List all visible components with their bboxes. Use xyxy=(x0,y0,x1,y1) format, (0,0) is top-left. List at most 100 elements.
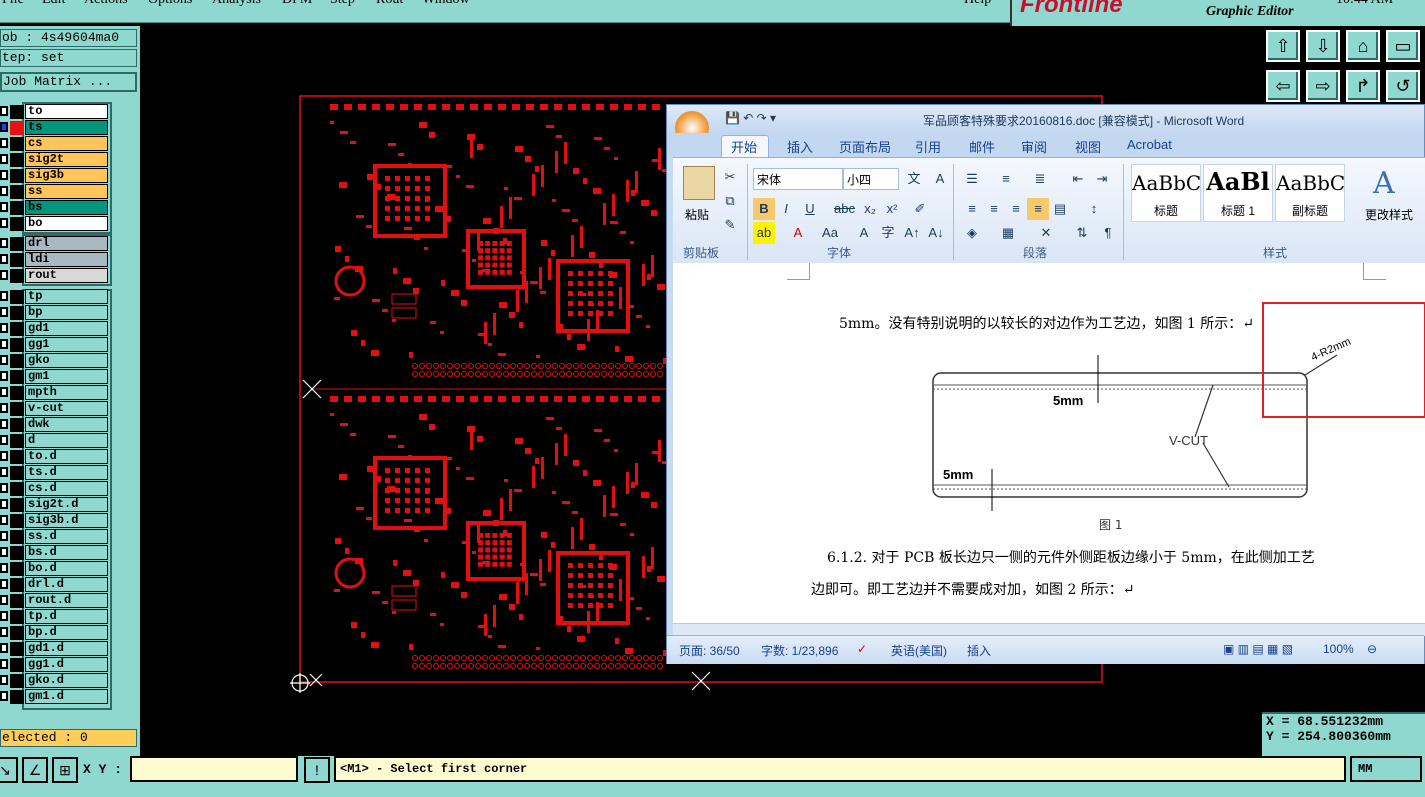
layer-checkbox[interactable] xyxy=(0,106,8,116)
snap-button[interactable]: ↱ xyxy=(1346,70,1380,102)
layer-row[interactable]: rout xyxy=(0,268,140,284)
xy-input[interactable] xyxy=(130,756,298,782)
phonetic-icon[interactable]: 文 xyxy=(903,168,925,190)
layer-name[interactable]: rout.d xyxy=(25,593,108,608)
layer-name[interactable]: drl.d xyxy=(25,577,108,592)
style-subtitle[interactable]: AaBbC 副标题 xyxy=(1275,164,1345,222)
align-center-icon[interactable]: ≡ xyxy=(983,198,1005,220)
layer-color-swatch[interactable] xyxy=(10,546,24,560)
layer-name[interactable]: bs xyxy=(25,200,108,215)
job-matrix-button[interactable]: Job Matrix ... xyxy=(0,72,137,92)
layer-row[interactable]: tp xyxy=(0,289,140,305)
layer-row[interactable]: sig3b xyxy=(0,168,140,184)
layer-color-swatch[interactable] xyxy=(10,306,24,320)
layer-checkbox[interactable] xyxy=(0,451,8,461)
change-case-icon[interactable]: Aa xyxy=(819,222,841,244)
layer-color-swatch[interactable] xyxy=(10,466,24,480)
layer-name[interactable]: sig2t.d xyxy=(25,497,108,512)
layer-color-swatch[interactable] xyxy=(10,153,24,167)
font-color-icon[interactable]: A xyxy=(787,222,809,244)
layer-color-swatch[interactable] xyxy=(10,594,24,608)
layer-color-swatch[interactable] xyxy=(10,269,24,283)
layer-checkbox[interactable] xyxy=(0,643,8,653)
layer-row[interactable]: sig2t.d xyxy=(0,497,140,513)
bold-icon[interactable]: B xyxy=(753,198,775,220)
layer-name[interactable]: sig3b xyxy=(25,168,108,183)
layer-checkbox[interactable] xyxy=(0,435,8,445)
layer-checkbox[interactable] xyxy=(0,467,8,477)
menu-actions[interactable]: Actions xyxy=(84,0,128,8)
layer-checkbox[interactable] xyxy=(0,154,8,164)
tab-insert[interactable]: 插入 xyxy=(787,137,813,156)
layer-color-swatch[interactable] xyxy=(10,354,24,368)
layer-checkbox[interactable] xyxy=(0,595,8,605)
layer-row[interactable]: gg1 xyxy=(0,337,140,353)
enclose-char-icon[interactable]: 字 xyxy=(877,222,899,244)
layer-checkbox[interactable] xyxy=(0,355,8,365)
layer-checkbox[interactable] xyxy=(0,339,8,349)
layer-name[interactable]: bo.d xyxy=(25,561,108,576)
layer-name[interactable]: gm1.d xyxy=(25,689,108,704)
layer-color-swatch[interactable] xyxy=(10,562,24,576)
layer-row[interactable]: gm1 xyxy=(0,369,140,385)
distribute-icon[interactable]: ▤ xyxy=(1049,198,1071,220)
layer-color-swatch[interactable] xyxy=(10,169,24,183)
decrease-indent-icon[interactable]: ⇤ xyxy=(1067,168,1089,190)
layer-name[interactable]: ts.d xyxy=(25,465,108,480)
layer-color-swatch[interactable] xyxy=(10,418,24,432)
tab-page-layout[interactable]: 页面布局 xyxy=(839,137,891,156)
char-shading-icon[interactable]: A xyxy=(853,222,875,244)
layer-checkbox[interactable] xyxy=(0,371,8,381)
layer-name[interactable]: sig2t xyxy=(25,152,108,167)
font-size-select[interactable]: 小四 xyxy=(843,168,899,190)
layer-checkbox[interactable] xyxy=(0,270,8,280)
layer-row[interactable]: bp.d xyxy=(0,625,140,641)
units-select[interactable]: MM xyxy=(1350,756,1422,782)
status-page[interactable]: 页面: 36/50 xyxy=(679,642,740,659)
shrink-font-icon[interactable]: A↓ xyxy=(925,222,947,244)
layer-checkbox[interactable] xyxy=(0,387,8,397)
layer-checkbox[interactable] xyxy=(0,238,8,248)
layer-row[interactable]: gd1.d xyxy=(0,641,140,657)
menu-file[interactable]: File xyxy=(2,0,24,8)
layer-checkbox[interactable] xyxy=(0,138,8,148)
layer-row[interactable]: drl xyxy=(0,236,140,252)
borders-icon[interactable]: ▦ xyxy=(997,222,1019,244)
layer-checkbox[interactable] xyxy=(0,202,8,212)
layer-checkbox[interactable] xyxy=(0,515,8,525)
layer-color-swatch[interactable] xyxy=(10,386,24,400)
layer-color-swatch[interactable] xyxy=(10,402,24,416)
measure-tool-button[interactable]: ↘ xyxy=(0,757,18,783)
layer-name[interactable]: v-cut xyxy=(25,401,108,416)
layer-row[interactable]: ss.d xyxy=(0,529,140,545)
layer-row[interactable]: cs xyxy=(0,136,140,152)
layer-checkbox[interactable] xyxy=(0,547,8,557)
clear-format-icon[interactable]: ✐ xyxy=(909,198,931,220)
status-words[interactable]: 字数: 1/23,896 xyxy=(761,642,838,659)
chinese-layout-icon[interactable]: ✕ xyxy=(1035,222,1057,244)
sort-icon[interactable]: ⇅ xyxy=(1071,222,1093,244)
menu-analysis[interactable]: Analysis xyxy=(212,0,261,8)
layer-row[interactable]: gm1.d xyxy=(0,689,140,705)
bullets-icon[interactable]: ☰ xyxy=(961,168,983,190)
increase-indent-icon[interactable]: ⇥ xyxy=(1091,168,1113,190)
cut-icon[interactable]: ✂ xyxy=(719,166,741,188)
layer-name[interactable]: ts xyxy=(25,120,108,135)
zoom-out-icon[interactable]: ⊖ xyxy=(1367,642,1377,656)
layer-checkbox[interactable] xyxy=(0,499,8,509)
layer-name[interactable]: cs.d xyxy=(25,481,108,496)
redraw-button[interactable]: ↺ xyxy=(1386,70,1420,102)
layer-color-swatch[interactable] xyxy=(10,642,24,656)
quick-access-icons[interactable]: 💾 ↶ ↷ ▾ xyxy=(725,111,776,125)
layer-name[interactable]: ss.d xyxy=(25,529,108,544)
layer-checkbox[interactable] xyxy=(0,659,8,669)
line-spacing-icon[interactable]: ↕ xyxy=(1083,198,1105,220)
pan-left-button[interactable]: ⇦ xyxy=(1266,70,1300,102)
change-styles-icon[interactable]: A xyxy=(1373,166,1395,201)
strikethrough-icon[interactable]: abc xyxy=(833,198,855,220)
layer-color-swatch[interactable] xyxy=(10,610,24,624)
layer-name[interactable]: to.d xyxy=(25,449,108,464)
menu-step[interactable]: Step xyxy=(330,0,355,8)
layer-row[interactable]: to.d xyxy=(0,449,140,465)
layer-checkbox[interactable] xyxy=(0,627,8,637)
